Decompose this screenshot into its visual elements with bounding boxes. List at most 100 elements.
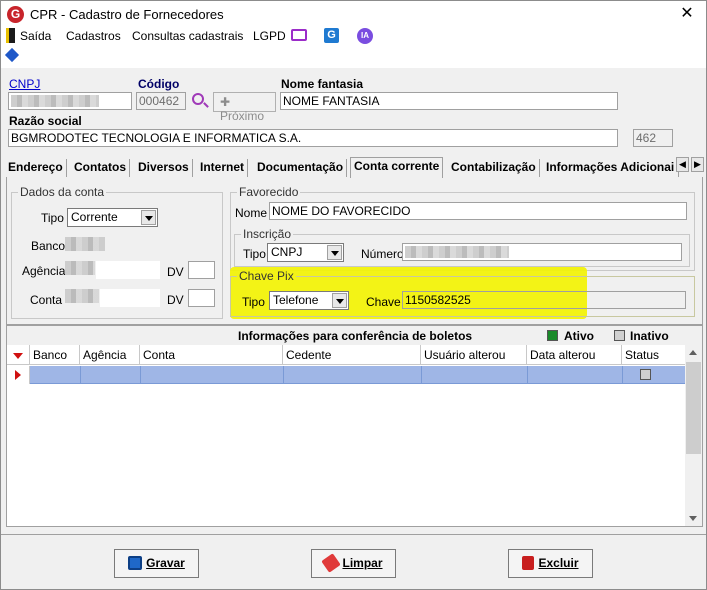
ia-icon[interactable]: IA: [357, 28, 373, 44]
numero-label: Número: [361, 247, 404, 261]
main-window: G CPR - Cadastro de Fornecedores ✕ Saída…: [0, 0, 707, 590]
inscricao-legend: Inscrição: [243, 227, 292, 241]
grid-vertical-scrollbar[interactable]: [685, 345, 702, 526]
grid-title: Informações para conferência de boletos: [238, 329, 473, 343]
gravar-button[interactable]: Gravar: [114, 549, 199, 578]
inscricao-tipo-select[interactable]: CNPJ: [267, 243, 344, 262]
dados-conta-legend: Dados da conta: [20, 185, 105, 199]
scroll-thumb[interactable]: [686, 362, 701, 454]
exit-icon: [6, 28, 15, 43]
chevron-down-icon[interactable]: [141, 210, 156, 225]
tab-scroll-left-icon[interactable]: ◀: [676, 157, 689, 172]
conta-tipo-label: Tipo: [41, 211, 64, 225]
favorecido-nome-input[interactable]: [269, 202, 687, 220]
pix-chave-label: Chave: [366, 295, 401, 309]
boletos-grid: Informações para conferência de boletos …: [6, 325, 703, 527]
conta-input[interactable]: [100, 289, 160, 307]
separator: [1, 534, 706, 535]
nome-fantasia-label: Nome fantasia: [281, 77, 364, 91]
inscricao-tipo-value: CNPJ: [271, 245, 303, 259]
conta-redacted: [65, 289, 99, 303]
favorecido-legend: Favorecido: [239, 185, 299, 199]
tab-informacoes-adicionais[interactable]: Informações Adicionai: [543, 159, 679, 177]
cell-divider: [622, 366, 623, 384]
agencia-label: Agência: [22, 264, 66, 278]
chave-pix-legend: Chave Pix: [239, 269, 294, 283]
sort-down-icon: [13, 353, 23, 359]
close-button[interactable]: ✕: [668, 1, 706, 28]
ativo-legend-icon: [547, 330, 558, 341]
menu-consultas-cadastrais[interactable]: Consultas cadastrais: [132, 29, 243, 43]
monitor-icon[interactable]: [291, 29, 307, 41]
tab-conta-corrente[interactable]: Conta corrente: [350, 157, 444, 178]
g-app-icon[interactable]: G: [324, 28, 339, 43]
ativo-legend-label: Ativo: [564, 329, 594, 343]
agencia-input[interactable]: [96, 261, 160, 279]
app-logo-icon: G: [7, 6, 24, 23]
agencia-redacted: [65, 261, 95, 275]
column-banco[interactable]: Banco: [30, 345, 80, 365]
tab-diversos[interactable]: Diversos: [135, 159, 193, 177]
plus-icon: ✚: [220, 95, 231, 109]
inativo-legend-icon: [614, 330, 625, 341]
limpar-label: Limpar: [342, 556, 383, 570]
diamond-icon[interactable]: [4, 47, 20, 63]
chevron-down-icon[interactable]: [327, 245, 342, 260]
status-checkbox[interactable]: [640, 369, 651, 380]
conta-tipo-select[interactable]: Corrente: [67, 208, 158, 227]
pix-tipo-value: Telefone: [273, 293, 319, 307]
codigo-label: Código: [138, 77, 180, 91]
menu-lgpd[interactable]: LGPD: [253, 29, 286, 43]
proximo-label: Próximo: [220, 109, 265, 123]
tab-internet[interactable]: Internet: [197, 159, 249, 177]
conta-dv-label: DV: [167, 293, 184, 307]
title-bar: G CPR - Cadastro de Fornecedores ✕: [1, 1, 706, 28]
column-conta[interactable]: Conta: [140, 345, 283, 365]
scroll-down-icon[interactable]: [689, 516, 697, 521]
column-agencia[interactable]: Agência: [80, 345, 140, 365]
limpar-button[interactable]: Limpar: [311, 549, 396, 578]
codigo-input[interactable]: [136, 92, 186, 110]
tab-scroll-right-icon[interactable]: ▶: [691, 157, 704, 172]
column-cedente[interactable]: Cedente: [283, 345, 421, 365]
tab-endereco[interactable]: Endereço: [5, 159, 67, 177]
conta-label: Conta: [30, 293, 63, 307]
column-usuario-alterou[interactable]: Usuário alterou: [421, 345, 527, 365]
banco-redacted: [65, 237, 105, 251]
cell-divider: [80, 366, 81, 384]
eraser-icon: [321, 553, 342, 573]
menu-cadastros[interactable]: Cadastros: [66, 29, 121, 43]
tab-strip: Endereço Contatos Diversos Internet Docu…: [5, 157, 705, 178]
chevron-down-icon[interactable]: [332, 293, 347, 308]
excluir-button[interactable]: Excluir: [508, 549, 593, 578]
razao-social-label: Razão social: [9, 114, 82, 128]
pix-chave-input[interactable]: [402, 291, 686, 309]
razao-social-input[interactable]: [8, 129, 618, 147]
nome-fantasia-input[interactable]: [280, 92, 618, 110]
grid-header: Informações para conferência de boletos …: [7, 326, 702, 345]
scroll-up-icon[interactable]: [689, 350, 697, 355]
grid-indicator-column[interactable]: [7, 345, 30, 365]
razao-side-input[interactable]: [633, 129, 673, 147]
cell-divider: [421, 366, 422, 384]
cell-divider: [527, 366, 528, 384]
agencia-dv-input[interactable]: [188, 261, 215, 279]
table-row[interactable]: [7, 366, 686, 384]
favorecido-nome-label: Nome: [235, 206, 268, 220]
tab-documentacao[interactable]: Documentação: [254, 159, 348, 177]
gravar-label: Gravar: [146, 556, 185, 570]
menu-bar: Saída Cadastros Consultas cadastrais LGP…: [1, 28, 706, 46]
menu-saida[interactable]: Saída: [20, 29, 51, 43]
proximo-button[interactable]: ✚ Próximo: [213, 92, 276, 123]
agencia-dv-label: DV: [167, 265, 184, 279]
cnpj-label[interactable]: CNPJ: [9, 77, 40, 91]
column-data-alterou[interactable]: Data alterou: [527, 345, 622, 365]
column-status[interactable]: Status: [622, 345, 686, 365]
tab-contabilizacao[interactable]: Contabilização: [448, 159, 540, 177]
save-icon: [128, 556, 143, 570]
cell-divider: [283, 366, 284, 384]
tab-contatos[interactable]: Contatos: [71, 159, 130, 177]
conta-dv-input[interactable]: [188, 289, 215, 307]
inativo-legend-label: Inativo: [630, 329, 669, 343]
pix-tipo-select[interactable]: Telefone: [269, 291, 349, 310]
